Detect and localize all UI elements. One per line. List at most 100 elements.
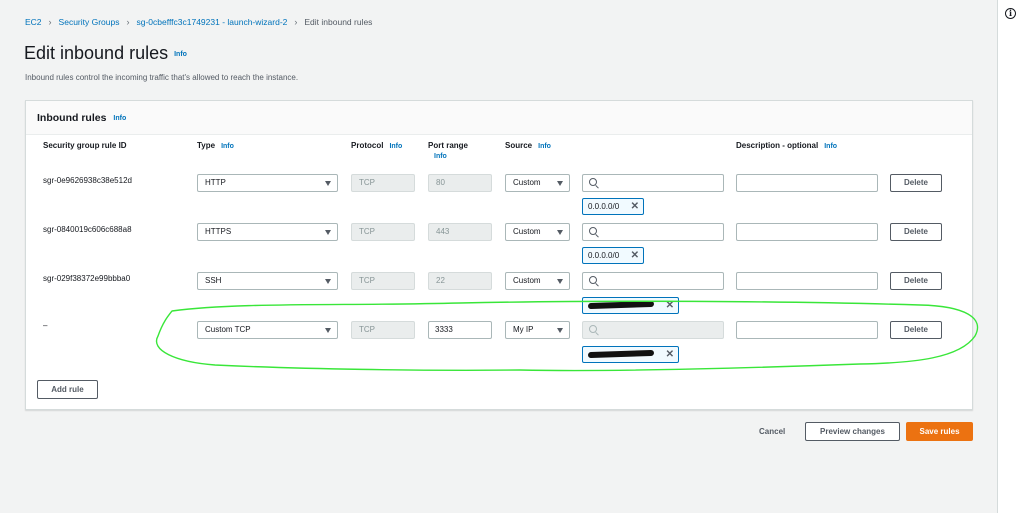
type-select[interactable]: HTTPS — [197, 223, 338, 241]
description-info-link[interactable]: Info — [824, 143, 837, 150]
type-select[interactable]: HTTP — [197, 174, 338, 192]
caret-down-icon — [325, 181, 331, 186]
protocol-field: TCP — [351, 223, 415, 241]
caret-down-icon — [557, 328, 563, 333]
protocol-info-link[interactable]: Info — [389, 143, 402, 150]
panel-title-text: Inbound rules — [37, 112, 107, 124]
close-icon[interactable]: ✕ — [666, 347, 674, 362]
panel-header: Inbound rules Info — [26, 101, 972, 135]
description-input[interactable] — [736, 223, 878, 241]
search-icon — [589, 325, 597, 333]
caret-down-icon — [557, 181, 563, 186]
cidr-token-redacted: ✕ — [582, 297, 679, 314]
source-cidr-search[interactable] — [582, 223, 724, 241]
port-range-input[interactable]: 3333 — [428, 321, 492, 339]
type-select[interactable]: SSH — [197, 272, 338, 290]
panel-info-link[interactable]: Info — [113, 115, 126, 122]
source-select-value: My IP — [513, 325, 534, 334]
source-cidr-search — [582, 321, 724, 339]
rule-id: sgr-0840019c606c688a8 — [43, 225, 132, 234]
source-select-value: Custom — [513, 178, 541, 187]
type-select[interactable]: Custom TCP — [197, 321, 338, 339]
page-subtitle: Inbound rules control the incoming traff… — [25, 73, 299, 82]
search-icon — [589, 227, 597, 235]
protocol-field: TCP — [351, 174, 415, 192]
caret-down-icon — [557, 230, 563, 235]
col-header-port-range: Port range — [428, 141, 469, 150]
breadcrumb-ec2[interactable]: EC2 — [25, 17, 42, 27]
source-cidr-search[interactable] — [582, 174, 724, 192]
type-select-value: Custom TCP — [205, 325, 251, 334]
cancel-button[interactable]: Cancel — [759, 427, 785, 436]
cidr-token: 0.0.0.0/0 ✕ — [582, 247, 644, 264]
caret-down-icon — [325, 230, 331, 235]
page-title-text: Edit inbound rules — [24, 43, 169, 63]
chevron-right-icon: › — [294, 17, 298, 27]
add-rule-button[interactable]: Add rule — [37, 380, 98, 399]
description-input[interactable] — [736, 272, 878, 290]
page-info-link[interactable]: Info — [174, 51, 187, 58]
col-header-rule-id: Security group rule ID — [43, 141, 127, 150]
cidr-token-label: 0.0.0.0/0 — [588, 251, 620, 260]
col-header-source: Source Info — [505, 141, 551, 150]
source-select[interactable]: Custom — [505, 223, 570, 241]
port-range-info-link[interactable]: Info — [434, 153, 447, 160]
inbound-rules-panel: Inbound rules Info Security group rule ID… — [25, 100, 973, 410]
close-icon[interactable]: ✕ — [631, 248, 639, 263]
caret-down-icon — [325, 328, 331, 333]
type-select-value: SSH — [205, 276, 222, 285]
cidr-token: 0.0.0.0/0 ✕ — [582, 198, 644, 215]
close-icon[interactable]: ✕ — [631, 199, 639, 214]
protocol-field: TCP — [351, 272, 415, 290]
protocol-field: TCP — [351, 321, 415, 339]
port-range-field: 443 — [428, 223, 492, 241]
col-header-type-label: Type — [197, 141, 216, 150]
close-icon[interactable]: ✕ — [666, 298, 674, 313]
col-header-protocol-label: Protocol — [351, 141, 384, 150]
delete-rule-button[interactable]: Delete — [890, 223, 942, 241]
col-header-description: Description - optional Info — [736, 141, 837, 150]
source-info-link[interactable]: Info — [538, 143, 551, 150]
breadcrumb: EC2 › Security Groups › sg-0cbefffc3c174… — [25, 17, 372, 27]
source-select[interactable]: My IP — [505, 321, 570, 339]
delete-rule-button[interactable]: Delete — [890, 321, 942, 339]
rule-id: sgr-029f38372e99bbba0 — [43, 274, 131, 283]
caret-down-icon — [557, 279, 563, 284]
help-panel-rail: i — [997, 0, 1024, 513]
delete-rule-button[interactable]: Delete — [890, 272, 942, 290]
preview-changes-button[interactable]: Preview changes — [805, 422, 900, 441]
col-header-protocol: Protocol Info — [351, 141, 402, 150]
rule-id: – — [43, 321, 48, 330]
port-range-field: 22 — [428, 272, 492, 290]
redaction-scribble — [587, 349, 655, 359]
source-select-value: Custom — [513, 227, 541, 236]
col-header-description-label: Description - optional — [736, 141, 819, 150]
chevron-right-icon: › — [48, 17, 52, 27]
delete-rule-button[interactable]: Delete — [890, 174, 942, 192]
type-select-value: HTTPS — [205, 227, 232, 236]
cidr-token-label: 0.0.0.0/0 — [588, 202, 620, 211]
col-header-type: Type Info — [197, 141, 234, 150]
save-rules-button[interactable]: Save rules — [906, 422, 973, 441]
cidr-token-redacted: ✕ — [582, 346, 679, 363]
breadcrumb-security-group[interactable]: sg-0cbefffc3c1749231 - launch-wizard-2 — [137, 17, 288, 27]
type-info-link[interactable]: Info — [221, 143, 234, 150]
search-icon — [589, 276, 597, 284]
source-cidr-search[interactable] — [582, 272, 724, 290]
type-select-value: HTTP — [205, 178, 226, 187]
panel-title: Inbound rules Info — [37, 112, 126, 124]
source-select[interactable]: Custom — [505, 174, 570, 192]
source-select[interactable]: Custom — [505, 272, 570, 290]
col-header-source-label: Source — [505, 141, 533, 150]
breadcrumb-current: Edit inbound rules — [304, 17, 373, 27]
main-content: EC2 › Security Groups › sg-0cbefffc3c174… — [0, 0, 997, 513]
search-icon — [589, 178, 597, 186]
page-title: Edit inbound rules Info — [24, 43, 187, 64]
info-circle-icon[interactable]: i — [1005, 8, 1016, 19]
port-range-field: 80 — [428, 174, 492, 192]
description-input[interactable] — [736, 321, 878, 339]
source-select-value: Custom — [513, 276, 541, 285]
chevron-right-icon: › — [126, 17, 130, 27]
description-input[interactable] — [736, 174, 878, 192]
breadcrumb-security-groups[interactable]: Security Groups — [59, 17, 120, 27]
